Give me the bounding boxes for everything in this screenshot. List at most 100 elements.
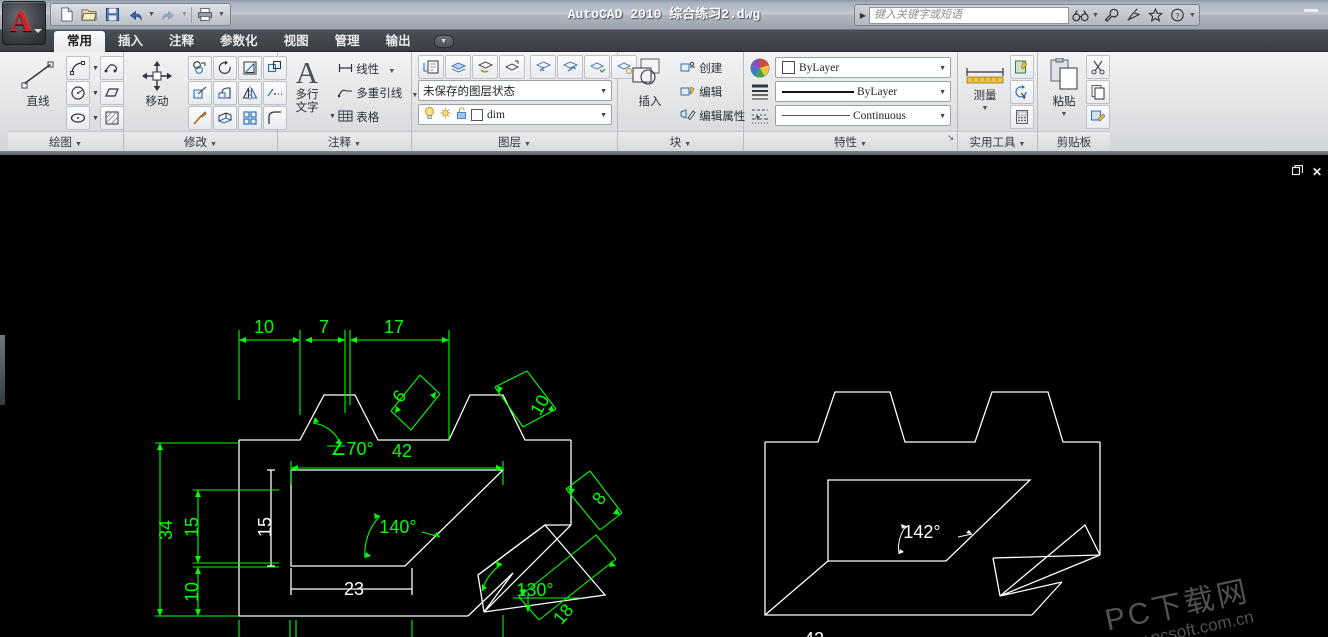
tab-insert[interactable]: 插入 [105,31,156,52]
table-button[interactable]: 表格 [338,109,379,125]
copy-tool-button[interactable] [188,56,212,80]
tab-parametric[interactable]: 参数化 [207,31,271,52]
layer-isolate-button[interactable] [499,55,525,79]
move-tool-button[interactable]: 移动 [130,60,184,108]
open-file-icon[interactable] [78,5,100,24]
paste-button[interactable]: 粘贴 ▼ [1042,58,1086,121]
layer-freeze-sun-icon[interactable] [439,106,452,123]
ribbon-minimize-icon[interactable]: ▼ [434,35,454,48]
lineweight-icon[interactable] [750,83,770,102]
circle-tool-button[interactable] [66,81,90,105]
chevron-down-icon[interactable]: ▼ [962,103,1008,115]
tab-home[interactable]: 常用 [54,31,105,52]
layer-unlocked-icon[interactable] [455,106,468,123]
doc-restore-button[interactable] [1292,165,1303,179]
plot-icon[interactable] [194,5,216,24]
quick-select-button[interactable] [1010,55,1034,79]
new-file-icon[interactable] [55,5,77,24]
search-expand-icon[interactable]: ▶ [857,11,869,20]
linear-dim-button[interactable]: 线性 ▼ [338,61,395,77]
group-tool-button[interactable] [238,106,262,130]
object-color-icon[interactable] [750,58,770,78]
chevron-down-icon[interactable]: ▼ [939,64,946,72]
redo-icon[interactable] [157,5,179,24]
lineweight-combo[interactable]: ByLayer ▼ [775,81,951,102]
redo-dropdown-icon[interactable]: ▼ [180,5,189,24]
chevron-down-icon[interactable] [34,29,42,33]
create-block-button[interactable]: 创建 [680,60,722,76]
search-dropdown-icon[interactable]: ▼ [1091,6,1100,25]
tab-view[interactable]: 视图 [271,31,322,52]
layer-color-swatch[interactable] [471,109,483,121]
ellipse-tool-button[interactable] [66,106,90,130]
mtext-dropdown-icon[interactable]: ▼ [328,104,337,128]
search-input[interactable] [869,7,1069,24]
layer-unlock-button[interactable] [557,55,583,79]
arc-dropdown-icon[interactable]: ▼ [91,56,100,80]
layer-lightbulb-icon[interactable] [423,106,436,123]
layer-on-off-button[interactable] [445,55,471,79]
layer-state-combo[interactable]: 未保存的图层状态 ▼ [418,80,612,101]
object-color-combo[interactable]: ByLayer ▼ [775,57,951,78]
chevron-down-icon[interactable]: ▼ [684,141,691,148]
tab-annotate[interactable]: 注释 [156,31,207,52]
chevron-down-icon[interactable]: ▼ [75,141,82,148]
application-menu-button[interactable]: A [2,1,46,45]
save-file-icon[interactable] [101,5,123,24]
cut-button[interactable] [1086,55,1110,79]
chevron-down-icon[interactable]: ▼ [600,87,607,95]
chevron-down-icon[interactable]: ▼ [860,141,867,148]
rotate-tool-button[interactable] [213,56,237,80]
help-dropdown-icon[interactable]: ▼ [1188,6,1197,25]
measure-tool-button[interactable]: 测量 ▼ [962,62,1008,115]
panel-title-annotation[interactable]: 注释▼ [278,131,411,153]
binoculars-icon[interactable] [1069,5,1091,25]
undo-icon[interactable] [124,5,146,24]
help-icon[interactable]: ? [1166,5,1188,25]
undo-dropdown-icon[interactable]: ▼ [147,5,156,24]
current-layer-combo[interactable]: dim ▼ [418,104,612,125]
chevron-down-icon[interactable]: ▼ [210,141,217,148]
match-properties-button[interactable] [1086,105,1110,129]
chevron-down-icon[interactable]: ▼ [939,112,946,120]
chevron-down-icon[interactable]: ▼ [388,68,395,75]
3d-tool-button[interactable] [213,106,237,130]
layer-match-button[interactable] [584,55,610,79]
chevron-down-icon[interactable]: ▼ [1019,141,1026,148]
chevron-down-icon[interactable]: ▼ [1042,109,1086,121]
panel-title-clipboard[interactable]: 剪贴板 [1038,131,1110,153]
zoom-extents-button[interactable] [1010,80,1034,104]
explode-tool-button[interactable] [188,106,212,130]
mirror-tool-button[interactable] [238,81,262,105]
circle-dropdown-icon[interactable]: ▼ [91,81,100,105]
panel-title-block[interactable]: 块▼ [618,131,743,153]
tab-output[interactable]: 输出 [373,31,424,52]
copy-clip-button[interactable] [1086,80,1110,104]
layer-freeze-button[interactable] [472,55,498,79]
polyline-tool-button[interactable] [100,56,124,80]
insert-block-button[interactable]: 插入 [624,58,676,108]
scale-tool-button[interactable] [213,81,237,105]
multileader-button[interactable]: 多重引线 ▼ [338,85,418,101]
dialog-launcher-icon[interactable]: ↘ [947,127,954,149]
chevron-down-icon[interactable]: ▼ [354,141,361,148]
chevron-down-icon[interactable]: ▼ [939,88,946,96]
wrench-icon[interactable] [1100,5,1122,25]
satellite-icon[interactable] [1122,5,1144,25]
layer-lock-button[interactable] [530,55,556,79]
panel-title-draw[interactable]: 绘图▼ [8,131,123,153]
tab-manage[interactable]: 管理 [322,31,373,52]
calculator-button[interactable] [1010,105,1034,129]
edit-block-button[interactable]: 编辑 [680,84,722,100]
window-minimize-button[interactable] [1304,9,1318,12]
linetype-icon[interactable] [750,107,770,126]
panel-title-layers[interactable]: 图层▼ [412,131,617,153]
drawing-canvas[interactable]: ✕ [0,155,1328,637]
hatch-tool-button[interactable] [100,106,124,130]
layer-properties-button[interactable] [418,55,444,79]
trim-tool-button[interactable] [238,56,262,80]
arc-tool-button[interactable] [66,56,90,80]
panel-title-modify[interactable]: 修改▼ [124,131,277,153]
qat-customize-icon[interactable]: ▼ [217,5,226,24]
rectangle-tool-button[interactable] [100,81,124,105]
